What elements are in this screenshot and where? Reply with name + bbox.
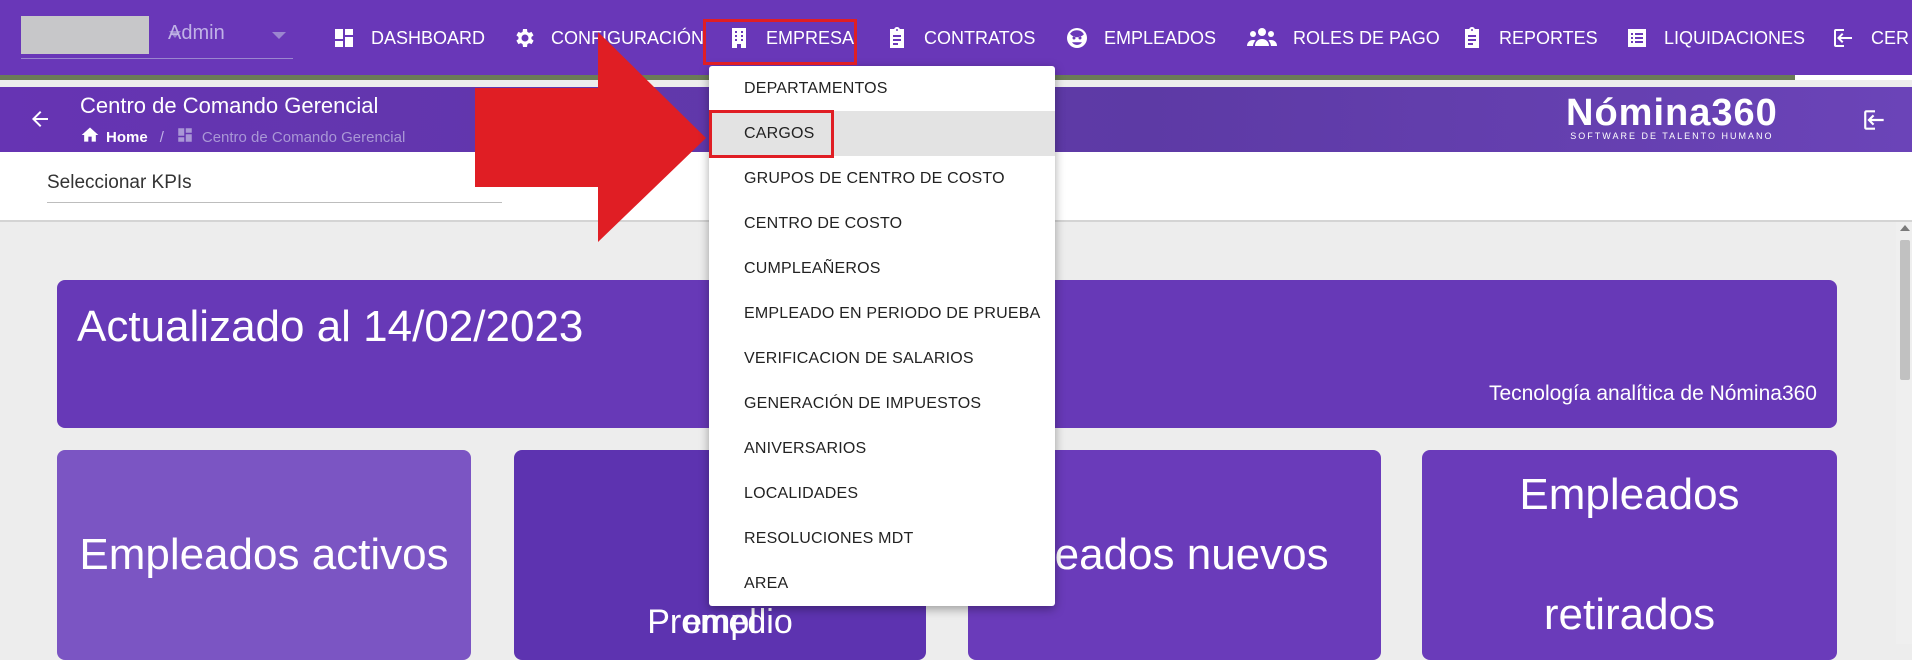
user-name: Admin — [168, 22, 225, 44]
nav-label: CONTRATOS — [924, 27, 1036, 48]
menu-item-localidades[interactable]: LOCALIDADES — [709, 471, 1055, 516]
avatar — [21, 16, 149, 54]
annotation-highlight-empresa — [703, 19, 857, 65]
menu-item-area[interactable]: AREA — [709, 561, 1055, 606]
menu-item-empleado-periodo-prueba[interactable]: EMPLEADO EN PERIODO DE PRUEBA — [709, 291, 1055, 336]
nav-dashboard[interactable]: DASHBOARD — [331, 0, 485, 76]
menu-item-departamentos[interactable]: DEPARTAMENTOS — [709, 66, 1055, 111]
brand-tagline: SOFTWARE DE TALENTO HUMANO — [1570, 131, 1774, 141]
nav-label: CER — [1871, 27, 1910, 48]
nav-liquidaciones[interactable]: LIQUIDACIONES — [1624, 0, 1805, 76]
analytics-credit: Tecnología analítica de Nómina360 — [1488, 382, 1817, 405]
kpi-card-label: Empleados activos — [79, 530, 449, 579]
user-selector[interactable]: Admin — [21, 16, 293, 59]
nav-empleados[interactable]: EMPLEADOS — [1064, 0, 1216, 76]
nav-cerrar-sesion[interactable]: CER — [1831, 0, 1909, 76]
menu-item-grupos-centro-costo[interactable]: GRUPOS DE CENTRO DE COSTO — [709, 156, 1055, 201]
kpi-card-label: pleados nuevos — [1020, 530, 1329, 579]
kpi-select[interactable]: Seleccionar KPIs — [47, 172, 502, 203]
nav-label: LIQUIDACIONES — [1664, 27, 1806, 48]
logout-icon[interactable] — [1862, 107, 1888, 133]
annotation-highlight-cargos — [709, 110, 834, 158]
breadcrumb-home[interactable]: Home — [106, 129, 148, 146]
menu-item-aniversarios[interactable]: ANIVERSARIOS — [709, 426, 1055, 471]
chevron-down-icon[interactable] — [272, 32, 286, 39]
nav-label: EMPLEADOS — [1104, 27, 1217, 48]
dashboard-icon — [176, 126, 194, 148]
menu-item-generacion-impuestos[interactable]: GENERACIÓN DE IMPUESTOS — [709, 381, 1055, 426]
scroll-up-icon[interactable] — [1900, 225, 1910, 231]
nav-roles-de-pago[interactable]: ROLES DE PAGO — [1245, 0, 1440, 76]
face-icon — [1064, 25, 1090, 51]
breadcrumb: Home / Centro de Comando Gerencial — [80, 125, 405, 149]
breadcrumb-current: Centro de Comando Gerencial — [201, 128, 406, 146]
menu-item-verificacion-salarios[interactable]: VERIFICACION DE SALARIOS — [709, 336, 1055, 381]
nav-progress-line-end — [1795, 75, 1912, 80]
breadcrumb-separator: / — [159, 128, 164, 146]
clipboard-icon — [884, 25, 910, 51]
nav-label: REPORTES — [1499, 27, 1598, 48]
page-title: Centro de Comando Gerencial — [80, 93, 379, 118]
clipboard-icon — [1459, 25, 1485, 51]
updated-date: Actualizado al 14/02/2023 — [77, 302, 584, 351]
scrollbar-thumb[interactable] — [1900, 240, 1910, 380]
kpi-card-empleados-retirados[interactable]: Empleados retirados — [1422, 450, 1837, 660]
brand-logo: Nómina360 SOFTWARE DE TALENTO HUMANO — [1566, 93, 1778, 141]
annotation-arrow — [475, 32, 706, 242]
menu-item-centro-costo[interactable]: CENTRO DE COSTO — [709, 201, 1055, 246]
brand-name: Nómina360 — [1566, 92, 1778, 134]
menu-item-cumpleaneros[interactable]: CUMPLEAÑEROS — [709, 246, 1055, 291]
back-arrow-icon[interactable] — [28, 107, 52, 131]
people-icon — [1245, 25, 1279, 51]
kpi-card-empleados-activos[interactable]: Empleados activos — [57, 450, 471, 660]
logout-icon — [1831, 25, 1857, 51]
dashboard-icon — [331, 25, 357, 51]
nav-reportes[interactable]: REPORTES — [1459, 0, 1598, 76]
home-icon[interactable] — [80, 125, 100, 149]
nav-label: DASHBOARD — [371, 27, 486, 48]
nav-label: ROLES DE PAGO — [1293, 27, 1440, 48]
menu-item-resoluciones-mdt[interactable]: RESOLUCIONES MDT — [709, 516, 1055, 561]
kpi-card-label: Empleados retirados — [1519, 470, 1740, 639]
nav-contratos[interactable]: CONTRATOS — [884, 0, 1035, 76]
list-icon — [1624, 25, 1650, 51]
